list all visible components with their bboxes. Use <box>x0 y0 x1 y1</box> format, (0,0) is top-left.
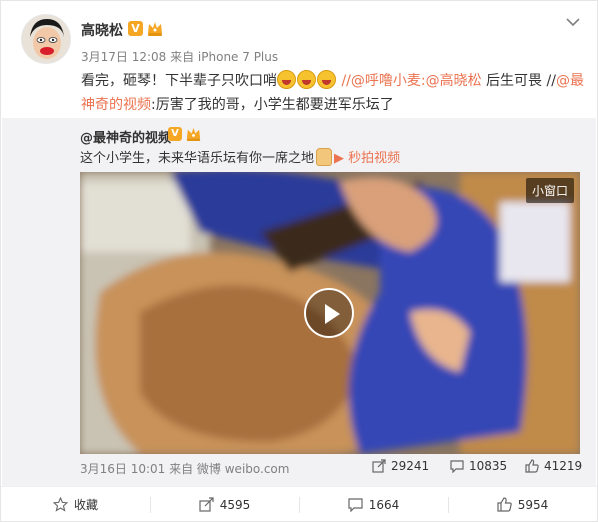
verified-icon: V <box>128 21 143 36</box>
vip-crown-icon[interactable] <box>146 20 164 37</box>
like-button[interactable]: 5954 <box>448 487 597 522</box>
post-text-part: // <box>337 73 351 89</box>
video-source-link[interactable]: 秒拍视频 <box>348 151 400 166</box>
like-count: 41219 <box>544 459 583 473</box>
author-avatar[interactable] <box>21 14 71 64</box>
action-bar: 收藏 4595 1664 5954 <box>1 486 597 522</box>
emoji-laugh-icon <box>277 70 296 89</box>
share-icon <box>199 497 214 512</box>
mention-link[interactable]: @呼噜小麦 <box>351 73 421 89</box>
emoji-grin-icon <box>297 70 316 89</box>
play-button-icon[interactable] <box>304 288 354 338</box>
video-player[interactable]: 小窗口 <box>80 172 580 454</box>
post-text-part: 后生可畏 // <box>481 73 556 89</box>
thumbs-up-icon <box>497 497 512 512</box>
mini-window-button[interactable]: 小窗口 <box>525 178 574 203</box>
repost-text: 这个小学生，未来华语乐坛有你一席之地 ▶ 秒拍视频 <box>80 147 400 166</box>
post-timestamp: 3月17日 12:08 来自 iPhone 7 Plus <box>81 50 279 64</box>
repost-timestamp: 3月16日 10:01 来自 微博 weibo.com <box>80 462 290 476</box>
verified-icon: V <box>168 127 182 141</box>
comment-count: 10835 <box>469 459 508 473</box>
repost-button-count: 4595 <box>219 497 251 512</box>
weibo-post-card: 高晓松 V 3月17日 12:08 来自 iPhone 7 Plus 看完，砸琴… <box>0 0 598 522</box>
video-link-icon[interactable]: ▶ <box>334 151 348 166</box>
comment-button-count: 1664 <box>368 497 400 512</box>
thumbs-up-icon <box>525 459 539 473</box>
post-text: 看完，砸琴！下半辈子只吹口哨 //@呼噜小麦:@高晓松 后生可畏 //@最神奇的… <box>81 69 586 117</box>
like-button-count: 5954 <box>517 497 549 512</box>
repost-author[interactable]: @最神奇的视频 <box>80 127 171 146</box>
comment-count-stat[interactable]: 10835 <box>450 459 507 473</box>
comment-button[interactable]: 1664 <box>299 487 448 522</box>
author-name[interactable]: 高晓松 <box>81 20 123 40</box>
repost-button[interactable]: 4595 <box>150 487 299 522</box>
repost-count: 29241 <box>391 459 430 473</box>
favorite-button[interactable]: 收藏 <box>1 487 150 522</box>
comment-icon <box>348 498 363 512</box>
share-icon <box>372 459 386 473</box>
post-text-part: 看完，砸琴！下半辈子只吹口哨 <box>81 73 277 89</box>
favorite-label: 收藏 <box>73 498 98 512</box>
chevron-down-icon[interactable] <box>566 17 580 27</box>
repost-count-stat[interactable]: 29241 <box>372 459 429 473</box>
repost-text-body: 这个小学生，未来华语乐坛有你一席之地 <box>80 151 315 166</box>
star-icon <box>52 497 68 512</box>
comment-icon <box>450 460 464 473</box>
thumbs-up-emoji-icon <box>316 148 333 166</box>
post-text-part: :厉害了我的哥，小学生都要进军乐坛了 <box>151 97 394 113</box>
vip-crown-icon[interactable] <box>185 126 202 142</box>
emoji-shout-icon <box>317 70 336 89</box>
like-count-stat[interactable]: 41219 <box>525 459 582 473</box>
mention-link[interactable]: @高晓松 <box>426 73 482 89</box>
